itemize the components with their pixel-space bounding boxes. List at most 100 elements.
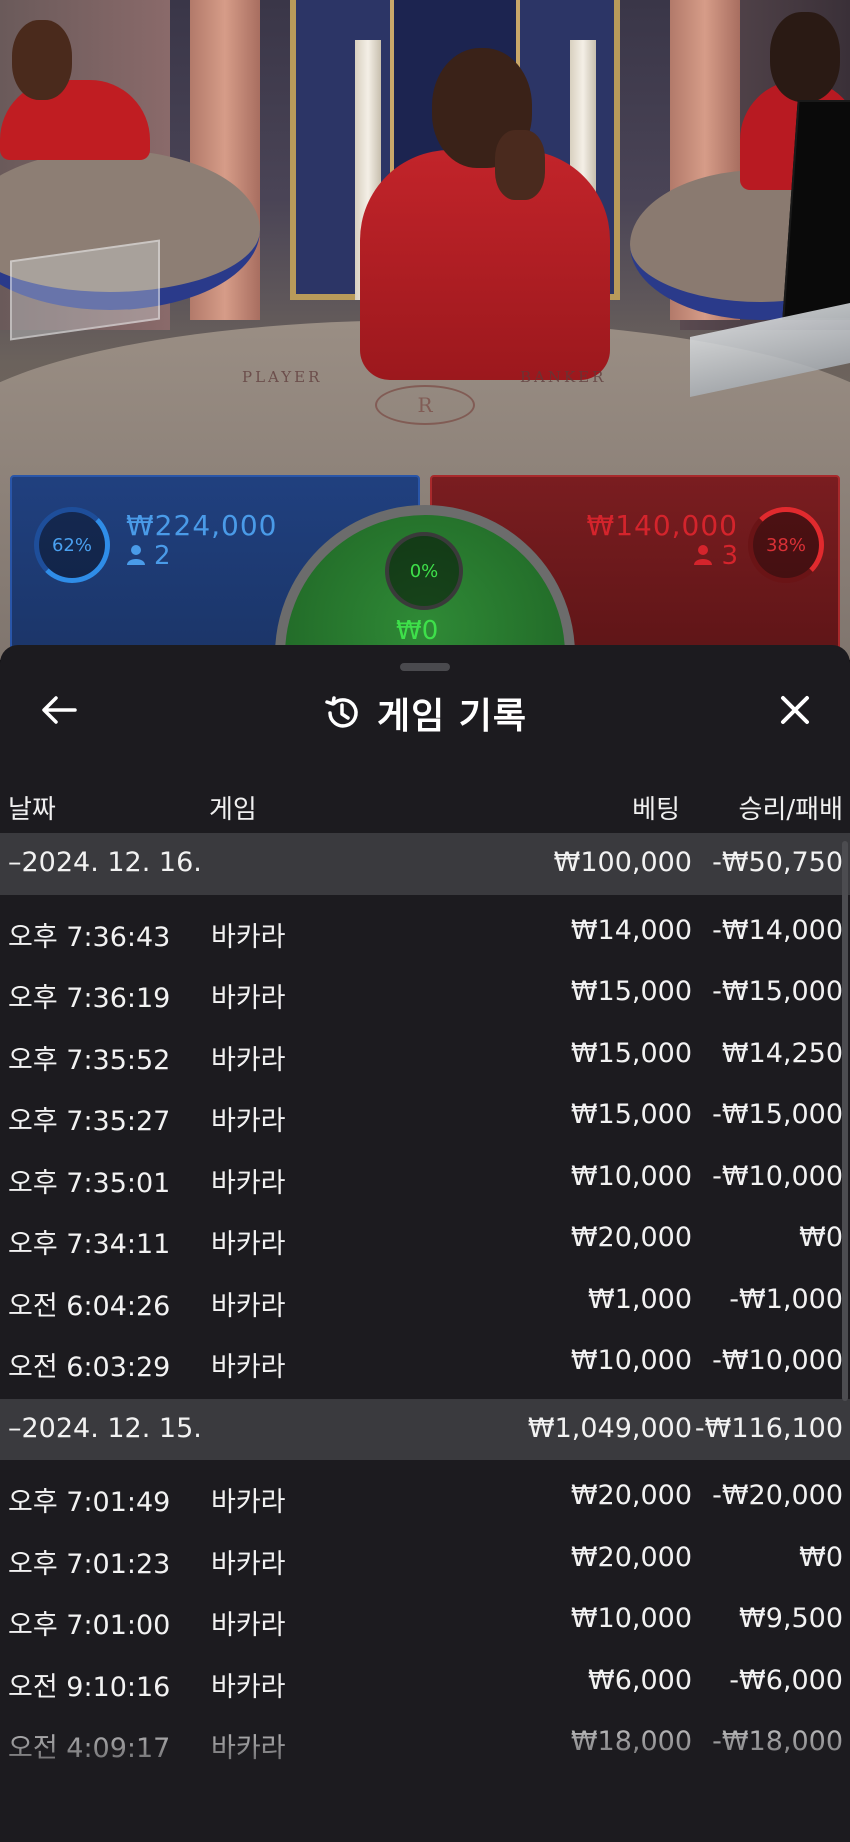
row-game: 바카라 [211, 983, 286, 1014]
row-time: 오후 7:34:11 [8, 1229, 171, 1260]
player-total-bet: ₩224,000 [126, 509, 278, 542]
history-icon [325, 696, 358, 728]
row-bet: ₩10,000 [570, 1160, 692, 1192]
banker-bettor-count: 3 [721, 541, 738, 571]
history-row[interactable]: 오후 7:01:23 바카라 ₩20,000 ₩0 [0, 1528, 850, 1590]
group-date: –2024. 12. 16. [8, 847, 202, 878]
person-icon [127, 545, 145, 565]
row-bet: ₩20,000 [570, 1541, 692, 1573]
history-row[interactable]: 오후 7:35:52 바카라 ₩15,000 ₩14,250 [0, 1024, 850, 1086]
row-bet: ₩15,000 [570, 1037, 692, 1069]
history-row[interactable]: 오전 6:03:29 바카라 ₩10,000 -₩10,000 [0, 1331, 850, 1393]
history-row[interactable]: 오후 7:36:43 바카라 ₩14,000 -₩14,000 [0, 901, 850, 963]
video-dealer-left-head [12, 20, 72, 100]
row-game: 바카라 [211, 1044, 286, 1076]
sheet-drag-handle[interactable] [400, 663, 450, 671]
row-bet: ₩15,000 [570, 1099, 692, 1130]
row-time: 오후 7:35:01 [8, 1167, 171, 1199]
player-percent: 62% [51, 534, 92, 556]
row-time: 오후 7:35:27 [8, 1106, 171, 1137]
row-game: 바카라 [211, 1487, 286, 1518]
row-game: 바카라 [211, 921, 286, 953]
date-group-header[interactable]: –2024. 12. 15. ₩1,049,000 -₩116,100 [0, 1398, 850, 1460]
banker-percent-ring: 38% [748, 507, 824, 583]
player-percent-ring: 62% [34, 507, 110, 583]
felt-banker-label: BANKER [520, 368, 607, 386]
row-game: 바카라 [211, 1671, 286, 1703]
row-win-loss: ₩14,250 [721, 1037, 843, 1069]
row-win-loss: -₩18,000 [712, 1726, 843, 1757]
row-win-loss: -₩10,000 [712, 1345, 843, 1376]
sheet-title: 게임 기록 [0, 687, 850, 739]
row-win-loss: -₩1,000 [729, 1283, 843, 1315]
column-header-bet[interactable]: 베팅 [632, 789, 680, 826]
row-game: 바카라 [211, 1610, 286, 1641]
game-history-sheet: 게임 기록 날짜 게임 베팅 승리/패배 –2024. 12. 16. ₩100… [0, 645, 850, 1842]
row-win-loss: -₩20,000 [712, 1480, 843, 1511]
row-time: 오전 4:09:17 [8, 1733, 171, 1764]
column-header-date[interactable]: 날짜 [8, 789, 56, 826]
row-bet: ₩15,000 [570, 976, 692, 1007]
row-time: 오후 7:01:23 [8, 1548, 171, 1580]
group-total-win-loss: -₩50,750 [712, 847, 843, 878]
row-game: 바카라 [211, 1352, 286, 1383]
history-row[interactable]: 오후 7:35:27 바카라 ₩15,000 -₩15,000 [0, 1085, 850, 1147]
row-bet: ₩20,000 [570, 1222, 692, 1253]
row-win-loss: -₩15,000 [712, 976, 843, 1007]
table-crest: R [375, 385, 475, 425]
row-game: 바카라 [211, 1733, 286, 1764]
history-row[interactable]: 오후 7:34:11 바카라 ₩20,000 ₩0 [0, 1208, 850, 1270]
row-game: 바카라 [211, 1290, 286, 1322]
row-bet: ₩18,000 [570, 1726, 692, 1757]
history-scrollbar[interactable] [842, 841, 848, 1401]
video-dealer [360, 150, 610, 380]
row-bet: ₩20,000 [570, 1480, 692, 1511]
row-game: 바카라 [211, 1229, 286, 1260]
group-date: –2024. 12. 15. [8, 1412, 202, 1444]
row-win-loss: -₩14,000 [712, 914, 843, 946]
history-row[interactable]: 오전 9:10:16 바카라 ₩6,000 -₩6,000 [0, 1651, 850, 1713]
history-row[interactable]: 오후 7:01:49 바카라 ₩20,000 -₩20,000 [0, 1466, 850, 1528]
history-row[interactable]: 오전 4:09:17 바카라 ₩18,000 -₩18,000 [0, 1712, 850, 1774]
row-time: 오후 7:01:49 [8, 1487, 171, 1518]
tie-percent-ring: 0% [385, 532, 463, 610]
history-row[interactable]: 오전 6:04:26 바카라 ₩1,000 -₩1,000 [0, 1270, 850, 1332]
row-win-loss: -₩6,000 [729, 1664, 843, 1696]
history-row[interactable]: 오후 7:35:01 바카라 ₩10,000 -₩10,000 [0, 1147, 850, 1209]
row-game: 바카라 [211, 1548, 286, 1580]
history-table-body: –2024. 12. 16. ₩100,000 -₩50,750 오후 7:36… [0, 833, 850, 1774]
row-win-loss: -₩15,000 [712, 1099, 843, 1130]
player-bettor-count-row: 2 [126, 541, 171, 571]
row-time: 오후 7:36:19 [8, 983, 171, 1014]
group-total-win-loss: -₩116,100 [694, 1412, 843, 1444]
row-time: 오전 9:10:16 [8, 1671, 171, 1703]
column-header-game[interactable]: 게임 [209, 789, 257, 826]
row-win-loss: ₩0 [799, 1541, 843, 1573]
row-time: 오후 7:35:52 [8, 1044, 171, 1076]
close-button[interactable] [770, 685, 820, 735]
date-group-header[interactable]: –2024. 12. 16. ₩100,000 -₩50,750 [0, 833, 850, 895]
video-dealer-right-head [770, 12, 840, 102]
group-total-bet: ₩100,000 [553, 847, 692, 878]
row-bet: ₩1,000 [588, 1283, 692, 1315]
felt-player-label: PLAYER [242, 368, 323, 386]
close-icon [781, 696, 809, 724]
tie-total-bet: ₩0 [396, 616, 439, 646]
row-time: 오전 6:04:26 [8, 1290, 171, 1322]
row-game: 바카라 [211, 1167, 286, 1199]
history-row[interactable]: 오후 7:01:00 바카라 ₩10,000 ₩9,500 [0, 1589, 850, 1651]
row-bet: ₩14,000 [570, 914, 692, 946]
row-time: 오후 7:36:43 [8, 921, 171, 953]
banker-bettor-count-row: 3 [693, 541, 738, 571]
history-table-header: 날짜 게임 베팅 승리/패배 [0, 783, 850, 833]
row-bet: ₩10,000 [570, 1345, 692, 1376]
person-icon [694, 545, 713, 565]
row-time: 오전 6:03:29 [8, 1352, 171, 1383]
column-header-win-loss[interactable]: 승리/패배 [739, 789, 843, 826]
row-bet: ₩6,000 [588, 1664, 692, 1696]
row-win-loss: ₩0 [799, 1222, 843, 1253]
row-game: 바카라 [211, 1106, 286, 1137]
sheet-title-text: 게임 기록 [376, 696, 527, 737]
history-row[interactable]: 오후 7:36:19 바카라 ₩15,000 -₩15,000 [0, 962, 850, 1024]
group-total-bet: ₩1,049,000 [527, 1412, 692, 1444]
